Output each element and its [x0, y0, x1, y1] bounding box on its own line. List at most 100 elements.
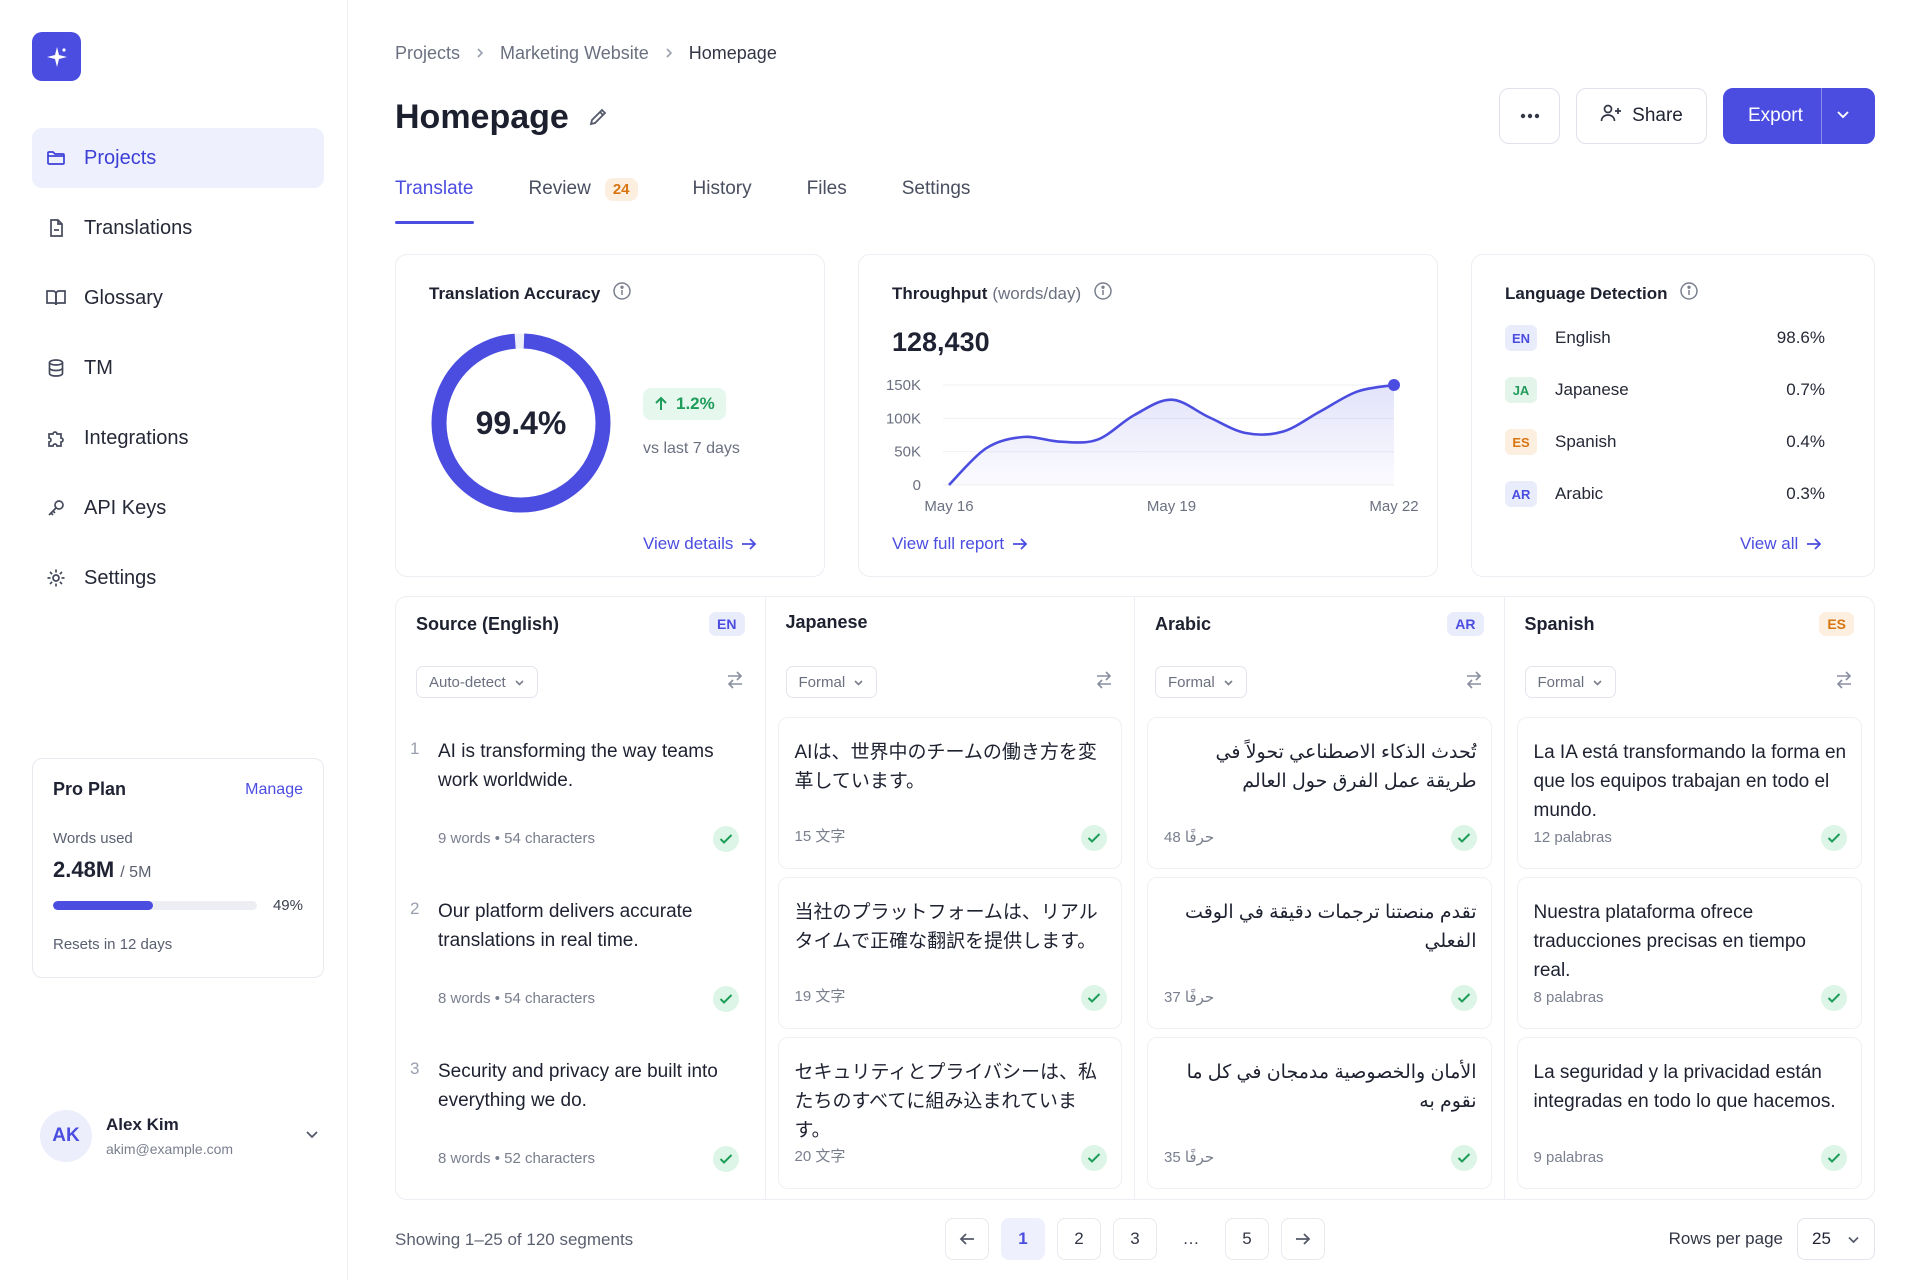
segment-text[interactable]: الأمان والخصوصية مدمجان في كل ما نقوم به: [1164, 1058, 1477, 1116]
app-logo[interactable]: [32, 32, 81, 81]
swap-icon[interactable]: [1834, 670, 1854, 694]
segment-cell[interactable]: 3 Security and privacy are built into eve…: [408, 1037, 753, 1189]
segment-cell[interactable]: 1 AI is transforming the way teams work w…: [408, 717, 753, 869]
column-title: Arabic: [1155, 613, 1212, 634]
segment-cell[interactable]: تقدم منصتنا ترجمات دقيقة في الوقت الفعلي…: [1147, 877, 1492, 1029]
sidebar-item-label: Settings: [84, 566, 157, 589]
next-page-button[interactable]: [1281, 1218, 1325, 1260]
pencil-icon[interactable]: [587, 98, 609, 137]
main-content: Projects Marketing Website Homepage Home…: [395, 0, 1875, 1280]
segment-cell[interactable]: 当社のプラットフォームは、リアルタイムで正確な翻訳を提供します。 19 文字: [777, 877, 1122, 1029]
chevron-down-icon: [1224, 679, 1233, 686]
segment-cell[interactable]: تُحدث الذكاء الاصطناعي تحولاً في طريقة ع…: [1147, 717, 1492, 869]
tab-settings[interactable]: Settings: [902, 178, 971, 224]
tab-review[interactable]: Review 24: [529, 178, 638, 224]
chevron-down-icon: [854, 679, 863, 686]
tone-select[interactable]: Auto-detect: [416, 666, 538, 698]
arrow-right-icon: [742, 538, 757, 550]
view-all-link[interactable]: View all: [1740, 534, 1822, 554]
accuracy-value: 99.4%: [475, 404, 567, 441]
swap-icon[interactable]: [1464, 670, 1484, 694]
info-icon[interactable]: [612, 281, 632, 306]
throughput-title: Throughput: [892, 283, 988, 303]
segment-cell[interactable]: 2 Our platform delivers accurate translat…: [408, 877, 753, 1029]
segment-text[interactable]: La IA está transformando la forma en que…: [1534, 738, 1848, 825]
detection-row-arabic: AR Arabic 0.3%: [1505, 479, 1825, 509]
rows-per-page-select[interactable]: 25: [1797, 1218, 1875, 1260]
sidebar-item-projects[interactable]: Projects: [32, 128, 324, 188]
segment-meta: 8 palabras: [1533, 989, 1604, 1006]
words-used-value: 2.48M / 5M: [53, 857, 152, 882]
breadcrumb-marketing-website[interactable]: Marketing Website: [500, 43, 649, 64]
column-lang-badge: EN: [709, 612, 745, 636]
segment-text[interactable]: تقدم منصتنا ترجمات دقيقة في الوقت الفعلي: [1164, 898, 1476, 956]
sidebar-item-api-keys[interactable]: API Keys: [32, 478, 324, 538]
chevron-down-icon: [1848, 1236, 1859, 1243]
chevron-down-icon[interactable]: [304, 1126, 320, 1147]
segment-text[interactable]: 当社のプラットフォームは、リアルタイムで正確な翻訳を提供します。: [795, 898, 1108, 956]
tab-history[interactable]: History: [693, 178, 752, 224]
view-details-link[interactable]: View details: [643, 534, 757, 554]
segment-text[interactable]: La seguridad y la privacidad están integ…: [1534, 1058, 1848, 1116]
page-3-button[interactable]: 3: [1113, 1218, 1157, 1260]
segment-cell[interactable]: La IA está transformando la forma en que…: [1516, 717, 1862, 869]
pagination: 1 2 3 … 5: [945, 1218, 1337, 1260]
segment-meta: 15 文字: [794, 828, 846, 845]
tab-translate[interactable]: Translate: [395, 178, 474, 224]
page-title-row: Homepage: [395, 98, 609, 137]
lang-name: English: [1555, 328, 1611, 347]
breadcrumb-projects[interactable]: Projects: [395, 43, 460, 64]
swap-icon[interactable]: [725, 670, 745, 694]
segment-cell[interactable]: الأمان والخصوصية مدمجان في كل ما نقوم به…: [1147, 1037, 1492, 1189]
sidebar-item-label: Glossary: [84, 286, 163, 309]
view-full-report-link[interactable]: View full report: [892, 534, 1028, 554]
segment-meta: 8 words • 52 characters: [438, 1150, 595, 1167]
throughput-chart: 150K 100K 50K 0May 16 May 19 May 22: [886, 377, 1419, 515]
check-icon: [1450, 1145, 1477, 1171]
sidebar-item-translations[interactable]: Translations: [32, 198, 324, 258]
segment-cell[interactable]: セキュリティとプライバシーは、私たちのすべてに組み込まれています。 20 文字: [777, 1037, 1122, 1189]
user-menu[interactable]: AK Alex Kim akim@example.com: [40, 1108, 320, 1164]
swap-icon[interactable]: [1094, 670, 1114, 694]
more-button[interactable]: [1499, 88, 1560, 144]
tone-select[interactable]: Formal: [1524, 666, 1617, 698]
sidebar-item-label: Projects: [84, 146, 157, 169]
segment-text[interactable]: セキュリティとプライバシーは、私たちのすべてに組み込まれています。: [795, 1058, 1108, 1145]
check-icon: [712, 1146, 739, 1172]
segment-text: AI is transforming the way teams work wo…: [438, 741, 714, 791]
segment-number: 1: [410, 739, 420, 758]
segment-meta: 20 文字: [794, 1148, 846, 1165]
manage-plan-link[interactable]: Manage: [245, 781, 303, 799]
sidebar-item-settings[interactable]: Settings: [32, 548, 324, 608]
info-icon[interactable]: [1679, 281, 1699, 306]
lang-code-badge: JA: [1505, 377, 1537, 403]
share-button[interactable]: Share: [1576, 88, 1707, 144]
sidebar-item-integrations[interactable]: Integrations: [32, 408, 324, 468]
segment-cell[interactable]: Nuestra plataforma ofrece traducciones p…: [1516, 877, 1862, 1029]
tone-select[interactable]: Formal: [785, 666, 878, 698]
tab-files[interactable]: Files: [807, 178, 847, 224]
column-title: Japanese: [785, 612, 868, 632]
segment-text[interactable]: Nuestra plataforma ofrece traducciones p…: [1534, 898, 1848, 985]
sidebar-item-glossary[interactable]: Glossary: [32, 268, 324, 328]
y-tick-label: 50K: [894, 444, 921, 461]
sidebar-nav: Projects Translations Glossary TM Integr…: [32, 128, 324, 618]
tab-bar: Translate Review 24 History Files Setting…: [395, 178, 1025, 226]
tone-select[interactable]: Formal: [1155, 666, 1247, 698]
x-tick-label: May 16: [924, 498, 973, 515]
rows-per-page: Rows per page 25: [1669, 1218, 1875, 1260]
segment-cell[interactable]: La seguridad y la privacidad están integ…: [1516, 1037, 1862, 1189]
segment-text[interactable]: AIは、世界中のチームの働き方を変革しています。: [795, 738, 1108, 796]
resets-text: Resets in 12 days: [53, 936, 173, 953]
language-detection-card: Language Detection EN English 98.6% JA J…: [1471, 254, 1875, 577]
segment-cell[interactable]: AIは、世界中のチームの働き方を変革しています。 15 文字: [777, 717, 1122, 869]
page-5-button[interactable]: 5: [1225, 1218, 1269, 1260]
chevron-down-icon[interactable]: [1836, 105, 1850, 127]
page-1-button[interactable]: 1: [1001, 1218, 1045, 1260]
export-button[interactable]: Export: [1723, 88, 1875, 144]
page-2-button[interactable]: 2: [1057, 1218, 1101, 1260]
sidebar-item-tm[interactable]: TM: [32, 338, 324, 398]
segment-text[interactable]: تُحدث الذكاء الاصطناعي تحولاً في طريقة ع…: [1164, 738, 1477, 796]
info-icon[interactable]: [1093, 281, 1113, 306]
prev-page-button[interactable]: [945, 1218, 989, 1260]
